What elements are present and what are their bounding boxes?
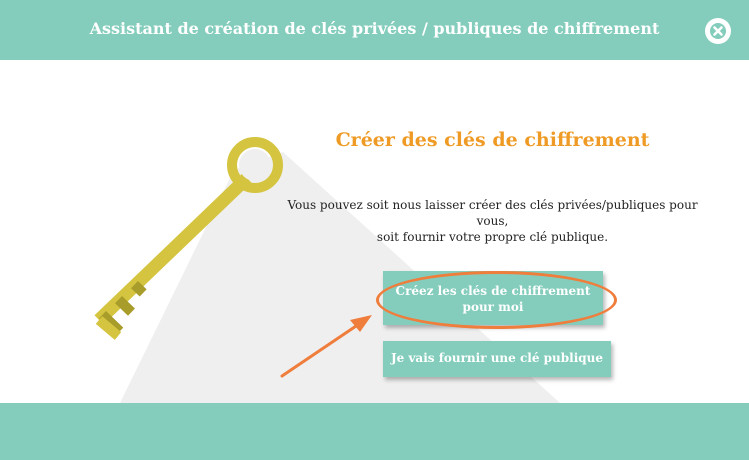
key-wizard-dialog: Assistant de création de clés privées / … (0, 0, 749, 460)
create-keys-label: Créez les clés de chiffrement pour moi (395, 284, 591, 314)
provide-public-key-label: Je vais fournir une clé publique (390, 351, 604, 365)
dialog-title: Assistant de création de clés privées / … (89, 19, 660, 38)
dialog-footer (0, 403, 749, 460)
close-button[interactable] (705, 18, 731, 44)
create-keys-button[interactable]: Créez les clés de chiffrement pour moi (383, 271, 603, 325)
provide-public-key-button[interactable]: Je vais fournir une clé publique (383, 341, 611, 377)
close-icon (710, 23, 726, 39)
description-line: soit fournir votre propre clé publique. (376, 230, 609, 244)
description-line: Vous pouvez soit nous laisser créer des … (287, 198, 698, 228)
description: Vous pouvez soit nous laisser créer des … (280, 197, 705, 245)
dialog-header: Assistant de création de clés privées / … (0, 0, 749, 60)
section-title: Créer des clés de chiffrement (335, 129, 650, 151)
